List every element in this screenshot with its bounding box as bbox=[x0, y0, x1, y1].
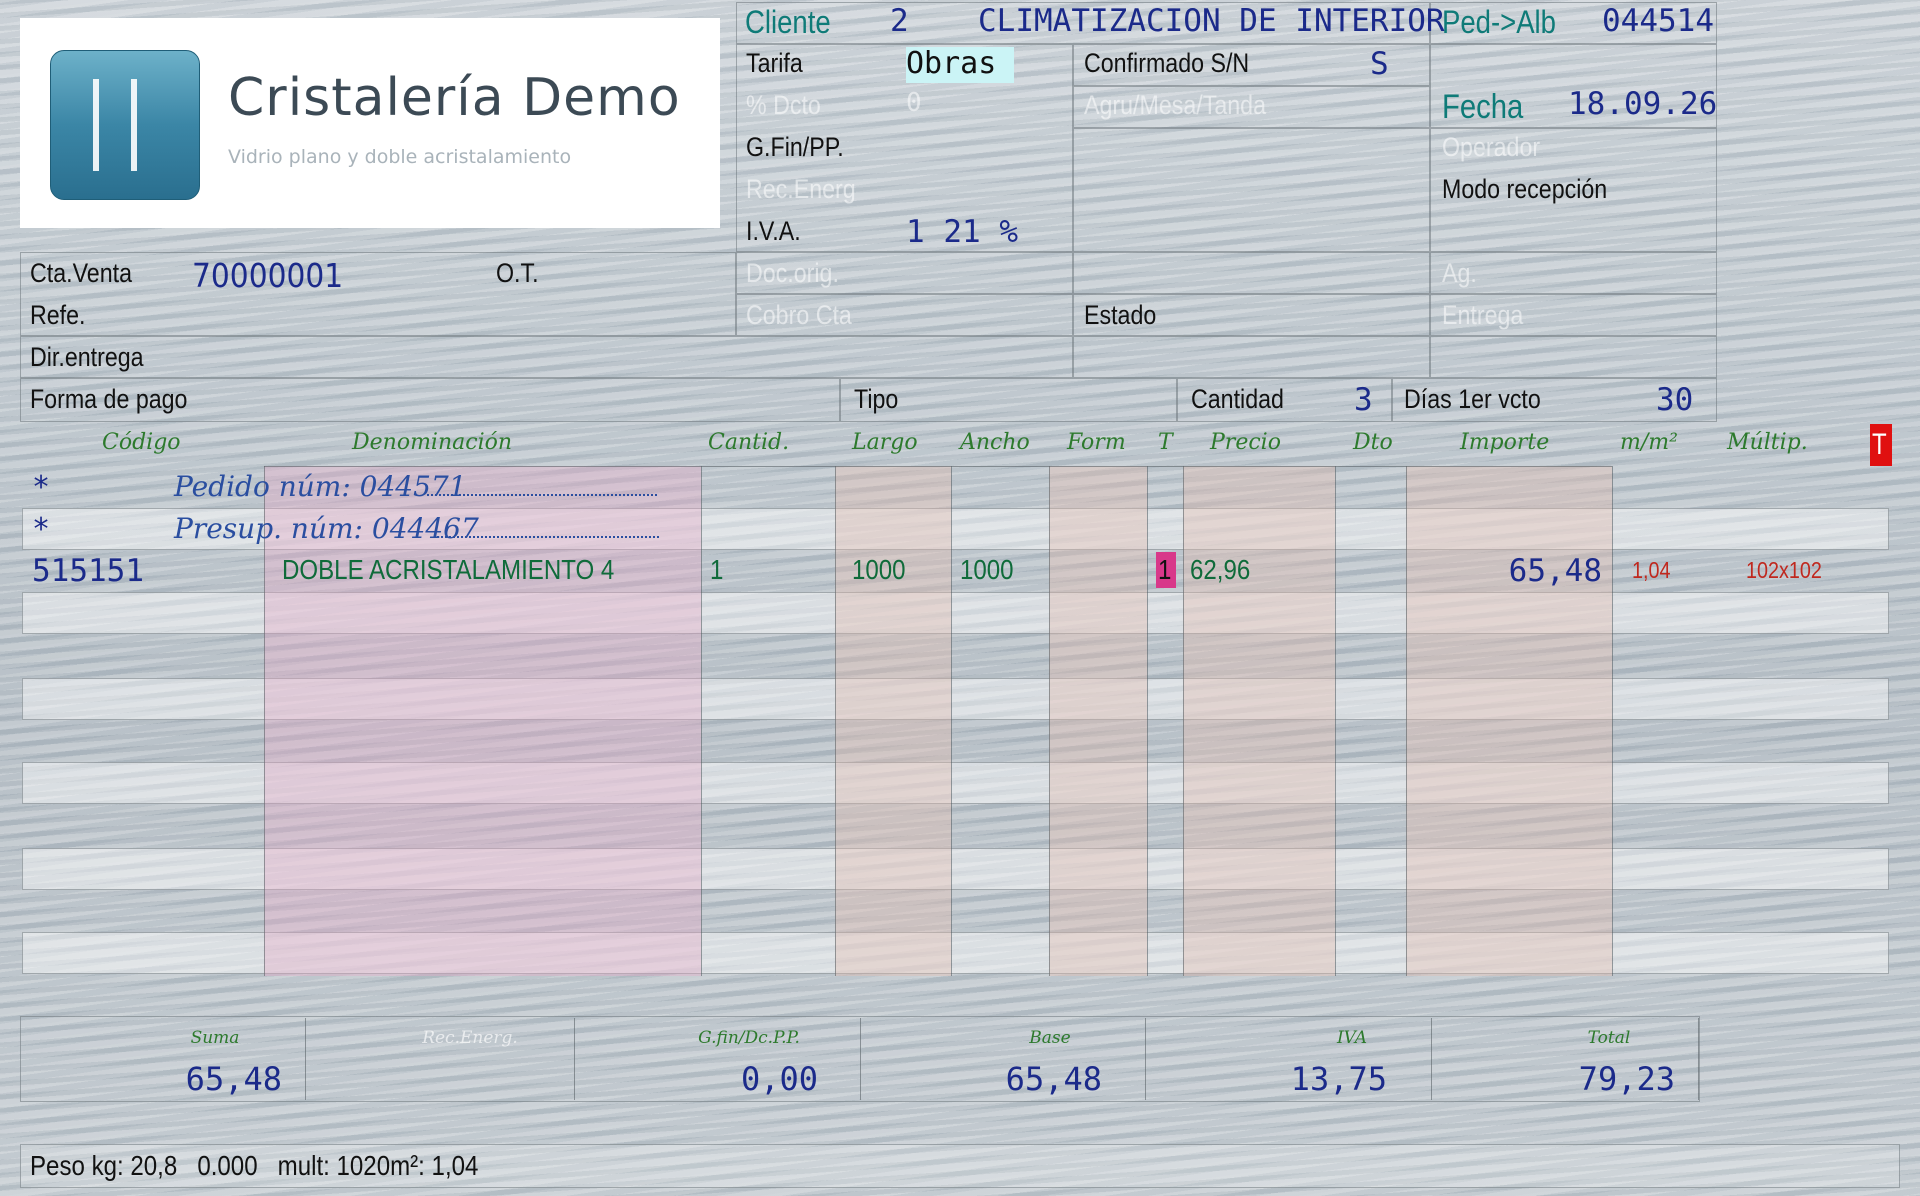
col-header-precio: Precio bbox=[1210, 430, 1281, 455]
line-m2: 1,04 bbox=[1632, 557, 1671, 583]
dias-label: Días 1er vcto bbox=[1404, 384, 1541, 414]
direntrega-label: Dir.entrega bbox=[30, 342, 144, 372]
fecha-value[interactable]: 18.09.26 bbox=[1568, 86, 1717, 122]
tipo-label: Tipo bbox=[854, 384, 899, 414]
tarifa-value: Obras bbox=[906, 46, 997, 81]
brand-tagline: Vidrio plano y doble acristalamiento bbox=[228, 146, 572, 168]
note-text: Presup. núm: 044467 bbox=[174, 512, 479, 545]
cobrocta-label: Cobro Cta bbox=[746, 300, 852, 330]
note-leader bbox=[427, 494, 657, 496]
line-ancho: 1000 bbox=[960, 554, 1014, 585]
line-codigo: 515151 bbox=[32, 553, 144, 589]
col-header-ancho: Ancho bbox=[960, 430, 1030, 455]
dcto-label: % Dcto bbox=[746, 90, 821, 120]
cantidad-value[interactable]: 3 bbox=[1354, 382, 1373, 418]
iva-label: I.V.A. bbox=[746, 216, 801, 246]
cliente-label: Cliente bbox=[745, 4, 831, 40]
totals-base: 65,48 bbox=[1005, 1060, 1102, 1098]
ctaventa-label: Cta.Venta bbox=[30, 258, 132, 288]
line-t: 1 bbox=[1158, 554, 1172, 585]
ctaventa-value[interactable]: 70000001 bbox=[192, 256, 343, 295]
tarifa-label: Tarifa bbox=[746, 48, 803, 78]
note-star: * bbox=[32, 512, 51, 547]
note-leader bbox=[434, 536, 659, 538]
line-cantidad: 1 bbox=[710, 554, 724, 585]
line-importe: 65,48 bbox=[1508, 553, 1602, 589]
note-star: * bbox=[32, 470, 51, 505]
col-header-denominacion: Denominación bbox=[352, 430, 513, 455]
confirmado-value[interactable]: S bbox=[1370, 46, 1389, 82]
docorig-label: Doc.orig. bbox=[746, 258, 839, 288]
direntrega-cell bbox=[20, 336, 1073, 378]
entrega-label: Entrega bbox=[1442, 300, 1524, 330]
t-flag-label: T bbox=[1872, 428, 1887, 461]
totals-suma: 65,48 bbox=[185, 1060, 282, 1098]
cantidad-label: Cantidad bbox=[1191, 384, 1284, 414]
direntrega-cell-2 bbox=[1073, 336, 1430, 378]
col-header-codigo: Código bbox=[102, 430, 181, 455]
col-header-form: Form bbox=[1067, 430, 1126, 455]
dias-value[interactable]: 30 bbox=[1656, 382, 1693, 418]
fecha-label: Fecha bbox=[1442, 88, 1524, 126]
iva-value[interactable]: 1 21 % bbox=[906, 214, 1018, 250]
col-header-m2: m/m² bbox=[1620, 430, 1678, 455]
line-largo: 1000 bbox=[852, 554, 906, 585]
col-header-largo: Largo bbox=[852, 430, 918, 455]
header-mid-cell bbox=[1073, 128, 1430, 252]
col-header-dto: Dto bbox=[1353, 430, 1393, 455]
blank-cell bbox=[1073, 252, 1430, 294]
pedalb-label: Ped->Alb bbox=[1442, 4, 1556, 40]
formapago-label: Forma de pago bbox=[30, 384, 188, 414]
line-multip: 102x102 bbox=[1746, 557, 1822, 583]
line-precio: 62,96 bbox=[1190, 554, 1251, 585]
t-flag-button[interactable]: T bbox=[1870, 424, 1892, 466]
logo-icon bbox=[50, 50, 200, 200]
estado-label: Estado bbox=[1084, 300, 1157, 330]
note-row-pedido[interactable]: * Pedido núm: 044571 bbox=[22, 466, 1889, 508]
dcto-value[interactable]: 0 bbox=[906, 88, 922, 118]
logo-panel: Cristalería Demo Vidrio plano y doble ac… bbox=[20, 18, 720, 228]
direntrega-cell-3 bbox=[1430, 336, 1717, 378]
pedalb-number[interactable]: 044514 bbox=[1602, 3, 1714, 39]
refe-label: Refe. bbox=[30, 300, 86, 330]
operador-label: Operador bbox=[1442, 132, 1541, 162]
note-text: Pedido núm: 044571 bbox=[174, 470, 467, 503]
gfin-label: G.Fin/PP. bbox=[746, 132, 844, 162]
col-header-t: T bbox=[1158, 430, 1173, 455]
totals-iva: 13,75 bbox=[1290, 1060, 1387, 1098]
totals-total: 79,23 bbox=[1578, 1060, 1675, 1098]
col-header-importe: Importe bbox=[1460, 430, 1550, 455]
cliente-number[interactable]: 2 bbox=[890, 3, 909, 39]
brand-name: Cristalería Demo bbox=[228, 68, 681, 128]
confirmado-label: Confirmado S/N bbox=[1084, 48, 1250, 78]
cliente-name: CLIMATIZACION DE INTERIOR bbox=[978, 3, 1445, 39]
totals-gfin: 0,00 bbox=[740, 1060, 818, 1098]
note-row-presupuesto[interactable]: * Presup. núm: 044467 bbox=[22, 508, 1889, 550]
modo-recepcion-label: Modo recepción bbox=[1442, 174, 1608, 204]
line-denominacion: DOBLE ACRISTALAMIENTO 4 bbox=[282, 554, 615, 585]
col-header-cantid: Cantid. bbox=[708, 430, 790, 455]
col-header-multip: Múltip. bbox=[1727, 430, 1808, 455]
agru-label: Agru/Mesa/Tanda bbox=[1084, 90, 1266, 120]
status-text: Peso kg: 20,8 0.000 mult: 1020m²: 1,04 bbox=[30, 1150, 479, 1181]
ag-label: Ag. bbox=[1442, 258, 1477, 288]
recenerg-label: Rec.Energ bbox=[746, 174, 856, 204]
totals-total-label: Total bbox=[1587, 1028, 1631, 1048]
table-row[interactable]: 515151 DOBLE ACRISTALAMIENTO 4 1 1000 10… bbox=[22, 550, 1889, 592]
ot-label: O.T. bbox=[496, 258, 539, 288]
